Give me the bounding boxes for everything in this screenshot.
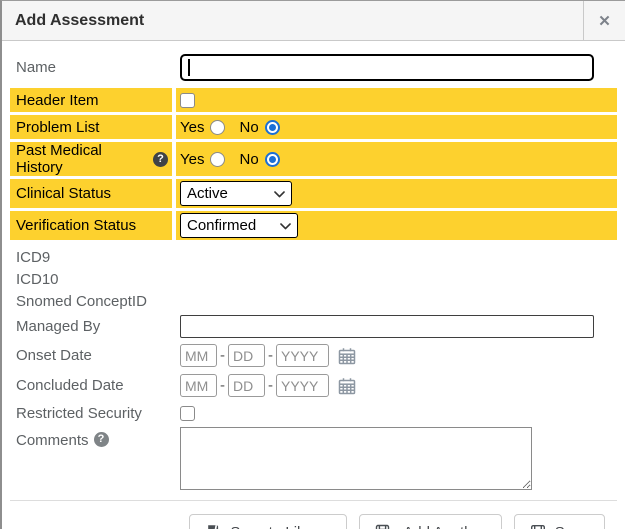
date-separator: - [220, 347, 225, 364]
onset-day-input[interactable] [228, 344, 265, 367]
pmh-no-label: No [239, 151, 258, 168]
add-another-button[interactable]: Add Another [359, 514, 502, 529]
icd9-label: ICD9 [16, 249, 50, 266]
name-row: Name [10, 51, 617, 83]
header-item-row: Header Item [10, 88, 617, 112]
dialog-body: Name Header Item Problem List [2, 41, 625, 529]
onset-date-row: Onset Date - - [10, 342, 617, 369]
clinical-status-select[interactable]: Active [180, 181, 292, 206]
icd10-label: ICD10 [16, 271, 59, 288]
add-another-label: Add Another [403, 524, 486, 529]
name-label: Name [16, 59, 56, 76]
calendar-icon[interactable] [337, 376, 357, 396]
date-separator: - [268, 347, 273, 364]
text-caret [188, 59, 190, 76]
restricted-security-row: Restricted Security [10, 402, 617, 424]
add-assessment-dialog: Add Assessment ✕ Name Header Item [0, 0, 625, 529]
date-separator: - [268, 377, 273, 394]
concluded-date-row: Concluded Date - - [10, 372, 617, 399]
verification-status-select[interactable]: Confirmed [180, 213, 298, 238]
name-input[interactable] [180, 54, 594, 81]
pmh-no-radio[interactable] [265, 152, 280, 167]
problem-list-yes-radio[interactable] [210, 120, 225, 135]
pmh-yes-label: Yes [180, 151, 204, 168]
dialog-title: Add Assessment [2, 12, 144, 30]
managed-by-input[interactable] [180, 315, 594, 338]
icd9-row: ICD9 [10, 247, 617, 268]
close-icon[interactable]: ✕ [583, 1, 625, 41]
save-icon [530, 524, 546, 529]
clinical-status-select-wrap: Active [180, 181, 292, 206]
header-item-checkbox[interactable] [180, 93, 195, 108]
comments-textarea[interactable] [180, 427, 532, 490]
icd10-row: ICD10 [10, 269, 617, 290]
clinical-status-label: Clinical Status [16, 185, 111, 202]
help-icon[interactable]: ? [94, 432, 109, 447]
onset-date-label: Onset Date [16, 347, 92, 364]
date-separator: - [220, 377, 225, 394]
comments-row: Comments ? [10, 427, 617, 490]
concluded-day-input[interactable] [228, 374, 265, 397]
managed-by-label: Managed By [16, 318, 100, 335]
problem-list-no-radio[interactable] [265, 120, 280, 135]
snomed-concept-id-row: Snomed ConceptID [10, 291, 617, 312]
comments-label: Comments [16, 432, 89, 449]
help-icon[interactable]: ? [153, 152, 168, 167]
managed-by-row: Managed By [10, 313, 617, 339]
problem-list-row: Problem List Yes No [10, 115, 617, 139]
problem-list-yes-label: Yes [180, 119, 204, 136]
pmh-yes-radio[interactable] [210, 152, 225, 167]
onset-year-input[interactable] [276, 344, 329, 367]
save-label: Save [555, 524, 589, 529]
concluded-year-input[interactable] [276, 374, 329, 397]
verification-status-select-wrap: Confirmed [180, 213, 298, 238]
dialog-titlebar: Add Assessment ✕ [2, 1, 625, 41]
book-icon [205, 524, 221, 529]
onset-month-input[interactable] [180, 344, 217, 367]
save-button[interactable]: Save [514, 514, 605, 529]
footer: Save to Library Add Another [10, 501, 617, 529]
save-to-library-button[interactable]: Save to Library [189, 514, 347, 529]
problem-list-no-label: No [239, 119, 258, 136]
calendar-icon[interactable] [337, 346, 357, 366]
past-medical-history-row: Past Medical History ? Yes No [10, 142, 617, 176]
restricted-security-label: Restricted Security [16, 405, 142, 422]
concluded-date-label: Concluded Date [16, 377, 124, 394]
verification-status-label: Verification Status [16, 217, 136, 234]
problem-list-label: Problem List [16, 119, 99, 136]
verification-status-row: Verification Status Confirmed [10, 211, 617, 240]
save-to-library-label: Save to Library [230, 524, 331, 529]
header-item-label: Header Item [16, 92, 99, 109]
name-input-wrap [180, 54, 594, 81]
past-medical-history-label: Past Medical History [16, 142, 148, 176]
clinical-status-row: Clinical Status Active [10, 179, 617, 208]
save-plus-icon [375, 524, 394, 529]
snomed-concept-id-label: Snomed ConceptID [16, 293, 147, 310]
restricted-security-checkbox[interactable] [180, 406, 195, 421]
concluded-month-input[interactable] [180, 374, 217, 397]
